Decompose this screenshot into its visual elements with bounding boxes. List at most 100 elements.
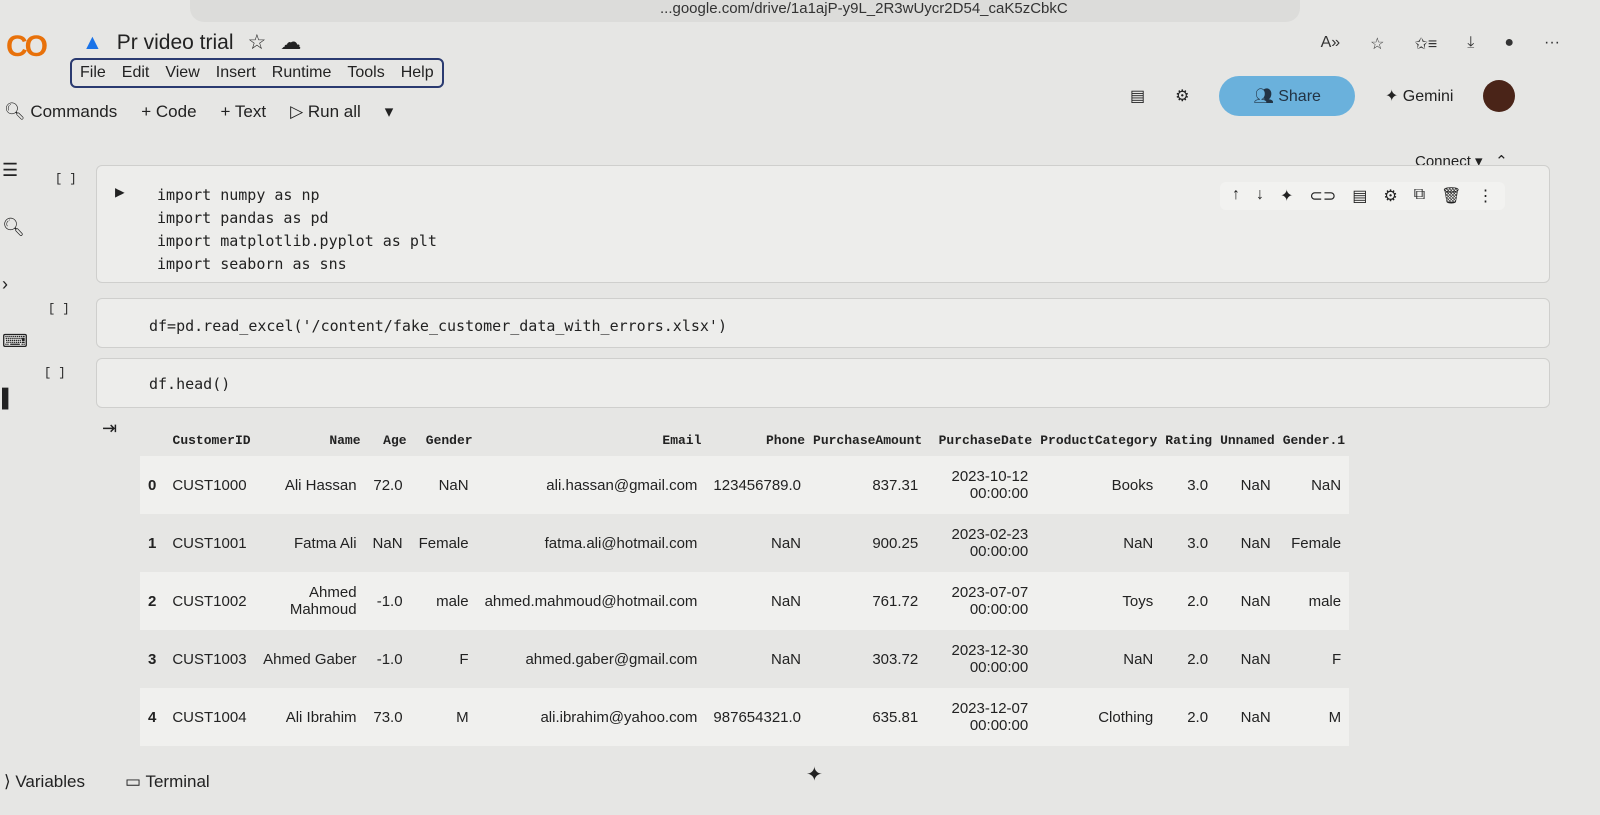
column-header: PurchaseDate — [938, 433, 1033, 448]
table-cell: 2023-07-07 00:00:00 — [951, 584, 1029, 618]
files-icon[interactable]: ▌ — [2, 388, 28, 409]
star-icon[interactable]: ☆ — [248, 30, 267, 55]
table-cell: male — [436, 592, 469, 610]
move-down-icon[interactable]: ↓ — [1256, 186, 1264, 206]
column-header: Email — [662, 433, 702, 448]
commands-button[interactable]: 🔍︎ Commands — [4, 102, 117, 122]
expand-icon[interactable]: › — [2, 274, 28, 295]
cell-code[interactable]: import numpy as np import pandas as pd i… — [157, 184, 437, 276]
column-header: ProductCategory — [1040, 433, 1158, 448]
column-header: Name — [329, 433, 361, 448]
table-cell: 837.31 — [872, 476, 919, 494]
mirror-icon[interactable]: ⧉ — [1414, 186, 1425, 206]
table-cell: male — [1308, 592, 1342, 610]
row-index: 1 — [148, 534, 157, 552]
add-code-button[interactable]: + Code — [141, 102, 196, 122]
table-cell: ahmed.gaber@gmail.com — [525, 650, 698, 668]
find-icon[interactable]: 🔍︎ — [2, 217, 28, 238]
comments-icon[interactable]: ▤ — [1130, 86, 1145, 106]
address-bar[interactable]: ...google.com/drive/1a1ajP-y9L_2R3wUycr2… — [190, 0, 1300, 22]
terminal-button[interactable]: ▭ Terminal — [125, 772, 210, 792]
comment-icon[interactable]: ▤ — [1352, 186, 1367, 206]
more-options-icon[interactable]: ⋮ — [1477, 186, 1493, 206]
cell-code[interactable]: df.head() — [149, 375, 230, 393]
table-cell: 2.0 — [1187, 650, 1209, 668]
table-cell: NaN — [771, 534, 802, 552]
table-cell: 72.0 — [373, 476, 403, 494]
column-header: CustomerID — [172, 433, 251, 448]
run-cell-icon[interactable]: ▶ — [115, 182, 125, 202]
table-cell: 2.0 — [1187, 592, 1209, 610]
gemini-cell-icon[interactable]: ✦ — [1280, 186, 1293, 206]
table-cell: 2023-02-23 00:00:00 — [951, 526, 1029, 560]
read-aloud-icon[interactable]: A» — [1321, 34, 1341, 54]
table-cell: NaN — [1240, 592, 1271, 610]
menu-edit[interactable]: Edit — [122, 64, 150, 82]
menu-tools[interactable]: Tools — [347, 64, 384, 82]
table-cell: ali.hassan@gmail.com — [546, 476, 698, 494]
settings-icon[interactable]: ⚙ — [1175, 86, 1189, 106]
table-cell: -1.0 — [376, 592, 403, 610]
code-cell-read-excel[interactable]: df=pd.read_excel('/content/fake_customer… — [96, 298, 1550, 348]
gemini-sparkle-icon[interactable]: ✦ — [806, 762, 823, 787]
table-cell: 3.0 — [1187, 534, 1209, 552]
menu-insert[interactable]: Insert — [216, 64, 256, 82]
menu-view[interactable]: View — [165, 64, 199, 82]
favorites-icon[interactable]: ✩≡ — [1415, 34, 1438, 54]
code-snippets-icon[interactable]: ⌨ — [2, 331, 28, 352]
search-icon: 🔍︎ — [4, 102, 26, 121]
table-cell: 2023-12-30 00:00:00 — [951, 642, 1029, 676]
table-cell: CUST1002 — [172, 592, 247, 610]
table-cell: NaN — [1123, 650, 1154, 668]
menu-file[interactable]: File — [80, 64, 106, 82]
column-header: Age — [383, 433, 407, 448]
profile-icon[interactable]: ● — [1504, 34, 1514, 54]
table-cell: CUST1004 — [172, 708, 247, 726]
move-up-icon[interactable]: ↑ — [1232, 186, 1240, 206]
variables-button[interactable]: ⟩ Variables — [4, 772, 85, 792]
downloads-icon[interactable]: ⤓ — [1467, 34, 1474, 54]
gemini-button[interactable]: ✦ Gemini — [1385, 86, 1454, 106]
table-cell: Fatma Ali — [294, 534, 357, 552]
table-cell: NaN — [1240, 534, 1271, 552]
column-header — [140, 425, 164, 456]
cell-settings-icon[interactable]: ⚙ — [1383, 186, 1397, 206]
variables-label: Variables — [15, 772, 85, 791]
menu-help[interactable]: Help — [401, 64, 434, 82]
cell-code[interactable]: df=pd.read_excel('/content/fake_customer… — [149, 317, 727, 335]
run-all-button[interactable]: ▷ Run all — [290, 102, 361, 122]
code-cell-head[interactable]: df.head() — [96, 358, 1550, 408]
link-icon[interactable]: ⊂⊃ — [1309, 186, 1336, 206]
table-cell: Toys — [1122, 592, 1154, 610]
table-cell: Ali Ibrahim — [285, 708, 357, 726]
table-row: 0 CUST1000 Ali Hassan 72.0 NaN ali.hassan@gma… — [140, 456, 1350, 514]
cloud-icon[interactable]: ☁ — [280, 30, 301, 55]
people-icon: 👥︎ — [1253, 88, 1279, 105]
table-cell: M — [456, 708, 469, 726]
notebook-title[interactable]: Pr video trial — [117, 31, 234, 55]
output-toggle-icon[interactable]: ⇥ — [102, 418, 117, 439]
column-header: Gender — [425, 433, 473, 448]
browser-actions: A» ☆ ✩≡ ⤓ ● ··· — [1321, 34, 1560, 54]
commands-label: Commands — [30, 102, 118, 121]
avatar[interactable] — [1483, 80, 1516, 112]
table-cell: 123456789.0 — [713, 476, 802, 494]
table-cell: CUST1000 — [172, 476, 247, 494]
table-cell: 2023-12-07 00:00:00 — [951, 700, 1029, 734]
toc-icon[interactable]: ☰ — [2, 160, 28, 181]
menu-runtime[interactable]: Runtime — [272, 64, 332, 82]
table-cell: Ali Hassan — [284, 476, 357, 494]
table-cell: fatma.ali@hotmail.com — [544, 534, 698, 552]
table-cell: 3.0 — [1187, 476, 1209, 494]
add-text-button[interactable]: + Text — [221, 102, 267, 122]
colab-logo[interactable]: CO — [6, 30, 48, 64]
terminal-icon: ▭ — [124, 772, 146, 791]
favorite-star-icon[interactable]: ☆ — [1370, 34, 1384, 54]
cell-exec-count: [ ] — [55, 172, 77, 186]
share-button[interactable]: 👥︎ Share — [1219, 76, 1355, 116]
table-cell: Books — [1111, 476, 1154, 494]
delete-icon[interactable]: 🗑︎ — [1441, 186, 1461, 206]
run-all-dropdown-icon[interactable]: ▾ — [385, 102, 394, 122]
column-header: Unnamed — [1220, 433, 1275, 448]
more-icon[interactable]: ··· — [1544, 34, 1560, 54]
